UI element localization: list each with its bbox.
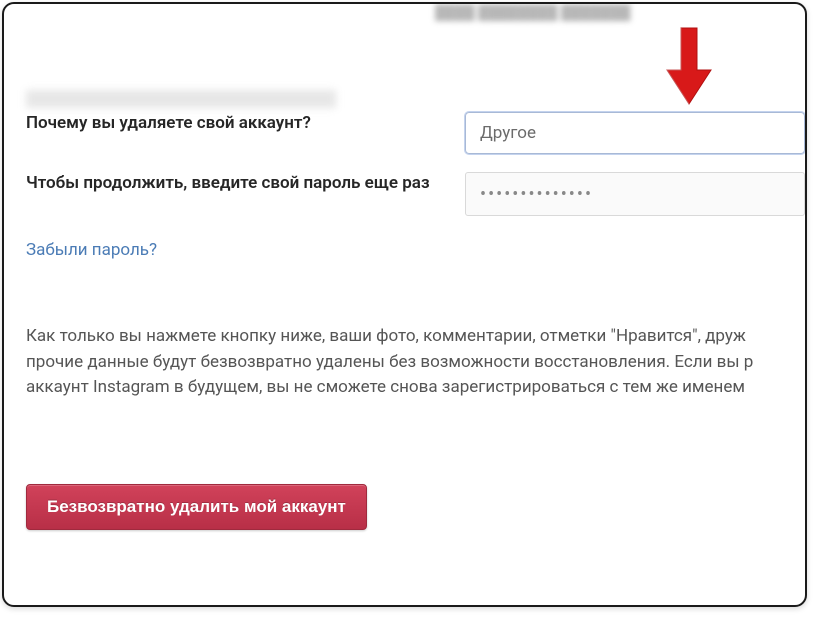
delete-account-button[interactable]: Безвозвратно удалить мой аккаунт (26, 484, 367, 530)
password-label: Чтобы продолжить, введите свой пароль ещ… (26, 172, 465, 196)
password-input[interactable]: •••••••••••••• (465, 172, 805, 216)
password-value: •••••••••••••• (480, 184, 593, 205)
delete-form: Почему вы удаляете свой аккаунт? Другое … (26, 112, 805, 260)
obscured-bar (26, 90, 336, 108)
warning-text: Как только вы нажмете кнопку ниже, ваши … (26, 324, 805, 401)
arrow-down-icon (659, 24, 719, 109)
reason-row: Почему вы удаляете свой аккаунт? Другое (26, 112, 805, 154)
reason-select[interactable]: Другое (465, 112, 805, 154)
reason-select-value: Другое (480, 123, 536, 143)
delete-account-panel: ████ ████████ ███████ Почему вы удаляете… (2, 2, 807, 607)
password-row: Чтобы продолжить, введите свой пароль ещ… (26, 172, 805, 216)
obscured-header-text: ████ ████████ ███████ (435, 4, 805, 22)
reason-label: Почему вы удаляете свой аккаунт? (26, 112, 465, 136)
forgot-password-link[interactable]: Забыли пароль? (26, 240, 157, 260)
